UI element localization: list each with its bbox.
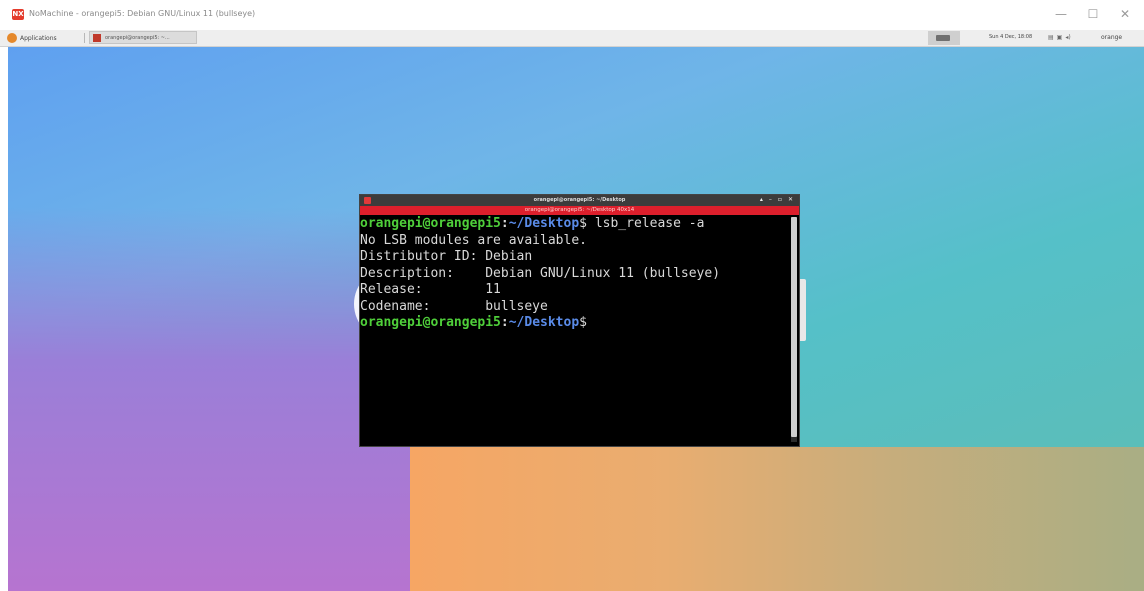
terminal-size-label: orangepi@orangepi5: ~/Desktop 40x14 [524,207,635,213]
terminal-resize-indicator: orangepi@orangepi5: ~/Desktop 40x14 [360,206,799,215]
terminal-window-controls: ▴ – ▫ ✕ [760,196,793,203]
scrollbar-thumb[interactable] [791,217,797,437]
command-text: lsb_release -a [587,216,705,231]
remote-top-panel: Applications orangepi@orangepi5: ~... Su… [0,30,1144,47]
prompt-symbol: $ [579,216,587,231]
terminal-maximize-button[interactable]: ▫ [778,196,782,203]
volume-icon[interactable]: ◂) [1065,34,1070,41]
panel-separator [84,33,85,43]
terminal-scrollbar[interactable] [791,217,797,442]
prompt-colon: : [500,216,509,231]
prompt-path: ~/Desktop [508,315,580,330]
close-button[interactable]: ✕ [1116,6,1134,22]
prompt-user: orangepi@orangepi5 [360,315,501,330]
nomachine-logo-icon: NX [12,9,24,20]
terminal-close-button[interactable]: ✕ [788,196,793,203]
nomachine-titlebar: NX NoMachine - orangepi5: Debian GNU/Lin… [0,0,1144,30]
terminal-titlebar[interactable]: orangepi@orangepi5: ~/Desktop ▴ – ▫ ✕ [360,195,799,206]
workspace-indicator [936,35,950,41]
applications-menu[interactable]: Applications [7,32,57,44]
terminal-window[interactable]: orangepi@orangepi5: ~/Desktop ▴ – ▫ ✕ or… [360,195,799,446]
wallpaper-orange-region [410,447,1144,591]
terminal-output[interactable]: orangepi@orangepi5:~/Desktop$ lsb_releas… [360,216,790,332]
output-line: Codename: bullseye [360,298,548,314]
applications-label: Applications [20,34,57,42]
prompt-path: ~/Desktop [508,216,580,231]
terminal-icon [93,33,101,42]
taskbar-item-label: orangepi@orangepi5: ~... [105,34,170,41]
panel-clock[interactable]: Sun 4 Dec, 18:08 [989,34,1032,40]
prompt-colon: : [500,315,509,330]
user-menu[interactable]: orange [1101,34,1122,41]
current-prompt-line[interactable]: orangepi@orangepi5:~/Desktop$ [360,315,790,332]
terminal-title: orangepi@orangepi5: ~/Desktop [533,197,626,203]
minimize-button[interactable]: — [1052,6,1070,22]
applications-icon [7,33,17,43]
command-line: orangepi@orangepi5:~/Desktop$ lsb_releas… [360,216,790,233]
wallpaper-bar-shape [798,279,806,341]
taskbar-item-terminal[interactable]: orangepi@orangepi5: ~... [89,31,197,44]
clipboard-icon[interactable]: ▣ [1057,34,1063,41]
terminal-minimize-button[interactable]: – [769,196,772,203]
maximize-button[interactable]: ☐ [1084,6,1102,22]
output-line: Release: 11 [360,282,501,297]
prompt-symbol: $ [579,315,587,330]
window-controls: — ☐ ✕ [1052,6,1134,22]
system-tray: ▤ ▣ ◂) [1048,34,1071,41]
window-title: NoMachine - orangepi5: Debian GNU/Linux … [29,9,256,18]
shade-button[interactable]: ▴ [760,196,763,203]
output-line: No LSB modules are available. [360,232,587,248]
prompt-user: orangepi@orangepi5 [360,216,501,231]
output-line: Distributor ID: Debian [360,249,533,264]
output-line: Description: Debian GNU/Linux 11 (bullse… [360,265,721,281]
network-icon[interactable]: ▤ [1048,34,1054,41]
